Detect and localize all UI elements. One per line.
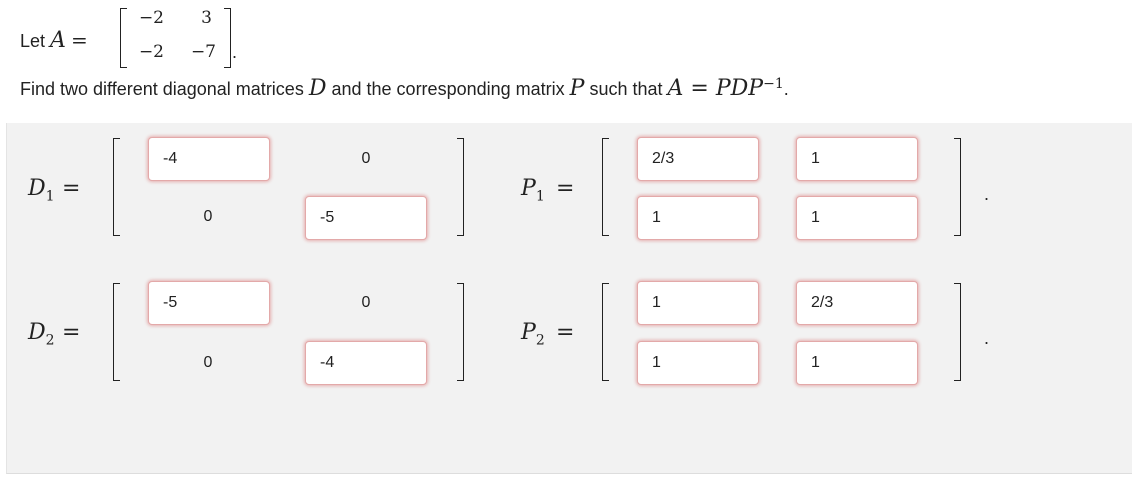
p2-a21-input[interactable]: 1 [637,341,759,385]
row1-period: . [984,184,990,204]
d2-right-bracket [457,283,464,381]
p1-a11-input[interactable]: 2/3 [637,137,759,181]
p2-a22-input[interactable]: 1 [796,341,918,385]
matrix-a-right-bracket [224,8,231,68]
p1-left-bracket [602,138,609,236]
p2-a12-input[interactable]: 2/3 [796,281,918,325]
p1-equals: = [556,176,575,201]
d2-label: D2 [28,320,55,349]
p1-a22-input[interactable]: 1 [796,196,918,240]
problem-let: Let A = [20,28,88,53]
p2-left-bracket [602,283,609,381]
find-text: Find two different diagonal matrices [20,79,304,99]
p1-label: P1 [521,176,545,205]
problem-instructions: Find two different diagonal matrices D a… [20,76,789,101]
d2-a12-zero: 0 [361,294,371,311]
d1-a21-zero: 0 [203,208,213,225]
equals-sign: = [70,28,88,52]
d1-a12-zero: 0 [361,150,371,167]
d2-a22-input[interactable]: -4 [305,341,427,385]
d2-a11-input[interactable]: -5 [148,281,270,325]
p1-a12-input[interactable]: 1 [796,137,918,181]
find-end: . [783,79,789,99]
p2-a11-input[interactable]: 1 [637,281,759,325]
matrix-a-cell: −7 [190,42,216,62]
d2-left-bracket [113,283,120,381]
matrix-a-cell: −2 [138,8,164,28]
find-exponent: −1 [763,76,784,92]
matrix-a-period: . [232,42,238,62]
find-d: D [308,76,327,101]
p2-right-bracket [954,283,961,381]
p1-a21-input[interactable]: 1 [637,196,759,240]
matrix-a-label: A [50,28,66,53]
d1-left-bracket [113,138,120,236]
find-p: P [569,76,585,101]
find-such: such that [589,79,663,99]
p1-right-bracket [954,138,961,236]
d2-a21-zero: 0 [203,354,213,371]
matrix-a-cell: −2 [138,42,164,62]
d1-a11-input[interactable]: -4 [148,137,270,181]
p2-equals: = [556,320,575,345]
p2-label: P2 [521,320,545,349]
matrix-a-cell: 3 [201,8,212,28]
d1-label: D1 [28,176,55,205]
find-mid: and the corresponding matrix [331,79,565,99]
d1-a22-input[interactable]: -5 [305,196,427,240]
row2-period: . [984,328,990,348]
let-text: Let [20,31,46,51]
d1-equals: = [62,176,81,201]
d2-equals: = [62,320,81,345]
find-equation: A = PDP [667,76,764,101]
d1-right-bracket [457,138,464,236]
